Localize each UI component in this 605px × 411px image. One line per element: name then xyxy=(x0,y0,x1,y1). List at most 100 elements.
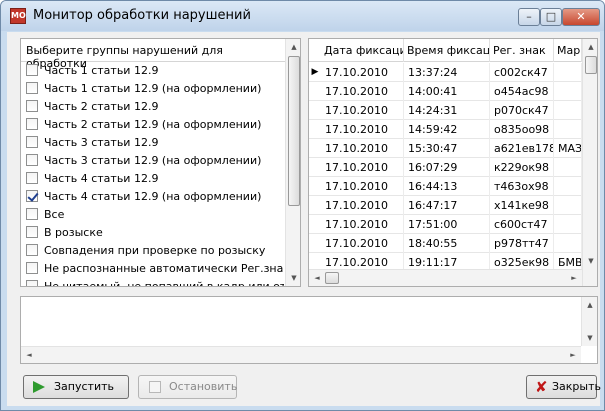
row-selector[interactable] xyxy=(309,120,321,139)
table-cell[interactable]: 17.10.2010 xyxy=(321,196,404,215)
minimize-button[interactable]: – xyxy=(518,8,540,26)
table-cell[interactable] xyxy=(554,177,582,196)
row-selector[interactable] xyxy=(309,82,321,101)
table-cell[interactable] xyxy=(554,196,582,215)
checklist-item[interactable]: Часть 2 статьи 12.9 (на оформлении) xyxy=(26,118,284,136)
table-cell[interactable]: с002ск47 xyxy=(490,63,554,82)
checkbox[interactable] xyxy=(26,136,38,148)
table-cell[interactable]: х141ке98 xyxy=(490,196,554,215)
table-cell[interactable] xyxy=(554,63,582,82)
table-cell[interactable]: 17:51:00 xyxy=(404,215,490,234)
table-cell[interactable]: а621ев178 xyxy=(490,139,554,158)
stop-button[interactable]: Остановить xyxy=(138,375,237,399)
table-row[interactable]: 17.10.2010 17:51:00 с600ст47 xyxy=(309,215,582,234)
scroll-right-arrow-icon[interactable]: ► xyxy=(566,270,582,286)
checkbox[interactable] xyxy=(26,190,38,202)
checklist-item[interactable]: Часть 1 статьи 12.9 xyxy=(26,64,284,82)
scroll-up-arrow-icon[interactable]: ▲ xyxy=(286,39,300,55)
table-cell[interactable]: 17.10.2010 xyxy=(321,177,404,196)
checklist-item[interactable]: Часть 3 статьи 12.9 xyxy=(26,136,284,154)
table-cell[interactable] xyxy=(554,215,582,234)
row-selector[interactable] xyxy=(309,215,321,234)
table-cell[interactable]: 14:00:41 xyxy=(404,82,490,101)
scroll-down-arrow-icon[interactable]: ▼ xyxy=(583,253,597,269)
checklist-item[interactable]: Все xyxy=(26,208,284,226)
table-cell[interactable]: 17.10.2010 xyxy=(321,234,404,253)
scroll-right-arrow-icon[interactable]: ► xyxy=(565,347,581,363)
column-header-plate[interactable]: Рег. знак xyxy=(490,39,554,62)
table-cell[interactable]: 16:07:29 xyxy=(404,158,490,177)
table-cell[interactable]: т463ох98 xyxy=(490,177,554,196)
table-cell[interactable]: 16:44:13 xyxy=(404,177,490,196)
checklist-item[interactable]: Часть 4 статьи 12.9 xyxy=(26,172,284,190)
scroll-up-arrow-icon[interactable]: ▲ xyxy=(582,297,598,313)
row-selector[interactable] xyxy=(309,139,321,158)
log-output-area[interactable]: ▲ ▼ ◄ ► xyxy=(20,296,598,364)
scroll-up-arrow-icon[interactable]: ▲ xyxy=(583,39,597,55)
table-row[interactable]: 17.10.2010 14:00:41 о454ас98 xyxy=(309,82,582,101)
table-cell[interactable]: 17.10.2010 xyxy=(321,158,404,177)
scroll-left-arrow-icon[interactable]: ◄ xyxy=(21,347,37,363)
table-cell[interactable]: о835оо98 xyxy=(490,120,554,139)
table-cell[interactable] xyxy=(554,82,582,101)
table-cell[interactable] xyxy=(554,120,582,139)
table-cell[interactable] xyxy=(554,234,582,253)
table-cell[interactable]: 17.10.2010 xyxy=(321,215,404,234)
table-cell[interactable] xyxy=(554,158,582,177)
row-selector[interactable] xyxy=(309,158,321,177)
table-cell[interactable]: 17.10.2010 xyxy=(321,82,404,101)
table-row[interactable]: ▶ 17.10.2010 13:37:24 с002ск47 xyxy=(309,63,582,82)
close-window-button[interactable]: ✕ xyxy=(562,8,600,26)
table-cell[interactable]: МАЗД xyxy=(554,139,582,158)
checklist-item[interactable]: Совпадения при проверке по розыску xyxy=(26,244,284,262)
grid-vertical-scrollbar[interactable]: ▲ ▼ xyxy=(582,39,597,286)
column-header-date[interactable]: Дата фиксации xyxy=(321,39,404,62)
checklist-item[interactable]: Часть 3 статьи 12.9 (на оформлении) xyxy=(26,154,284,172)
table-cell[interactable]: 14:24:31 xyxy=(404,101,490,120)
table-cell[interactable]: к229ок98 xyxy=(490,158,554,177)
grid-horizontal-scrollbar[interactable]: ◄ ► xyxy=(309,269,582,286)
title-bar[interactable]: MO Монитор обработки нарушений – □ ✕ xyxy=(1,1,604,31)
violations-grid[interactable]: Дата фиксации Время фиксации Рег. знак М… xyxy=(308,38,598,287)
scroll-down-arrow-icon[interactable]: ▼ xyxy=(286,270,300,286)
table-cell[interactable]: 18:40:55 xyxy=(404,234,490,253)
table-row[interactable]: 17.10.2010 16:47:17 х141ке98 xyxy=(309,196,582,215)
checkbox[interactable] xyxy=(26,226,38,238)
table-row[interactable]: 17.10.2010 16:07:29 к229ок98 xyxy=(309,158,582,177)
table-cell[interactable]: 17.10.2010 xyxy=(321,120,404,139)
table-cell[interactable]: 17.10.2010 xyxy=(321,139,404,158)
table-cell[interactable]: 17.10.2010 xyxy=(321,101,404,120)
checkbox[interactable] xyxy=(26,262,38,274)
checkbox[interactable] xyxy=(26,82,38,94)
table-cell[interactable]: 16:47:17 xyxy=(404,196,490,215)
checkbox[interactable] xyxy=(26,208,38,220)
checkbox[interactable] xyxy=(26,118,38,130)
row-selector[interactable] xyxy=(309,234,321,253)
checklist-item[interactable]: Часть 2 статьи 12.9 xyxy=(26,100,284,118)
scroll-down-arrow-icon[interactable]: ▼ xyxy=(582,330,598,346)
start-button[interactable]: Запустить xyxy=(23,375,129,399)
checkbox[interactable] xyxy=(26,154,38,166)
checkbox[interactable] xyxy=(26,172,38,184)
checkbox[interactable] xyxy=(26,280,38,286)
violation-groups-list[interactable]: Выберите группы нарушений для обработки … xyxy=(20,38,301,287)
table-row[interactable]: 17.10.2010 16:44:13 т463ох98 xyxy=(309,177,582,196)
scroll-thumb[interactable] xyxy=(585,56,597,74)
checklist-item[interactable]: Часть 4 статьи 12.9 (на оформлении) xyxy=(26,190,284,208)
checklist-item[interactable]: Не распознанные автоматически Рег.знаки xyxy=(26,262,284,280)
table-cell[interactable]: 17.10.2010 xyxy=(321,63,404,82)
column-header-time[interactable]: Время фиксации xyxy=(404,39,490,62)
table-cell[interactable]: р070ск47 xyxy=(490,101,554,120)
scroll-thumb[interactable] xyxy=(325,272,339,284)
close-button[interactable]: ✘ Закрыть xyxy=(526,375,601,399)
log-vertical-scrollbar[interactable]: ▲ ▼ xyxy=(581,297,597,346)
log-horizontal-scrollbar[interactable]: ◄ ► xyxy=(21,346,581,363)
column-header-make[interactable]: Марка xyxy=(554,39,582,62)
checkbox[interactable] xyxy=(26,64,38,76)
checklist-item[interactable]: В розыске xyxy=(26,226,284,244)
table-cell[interactable]: с600ст47 xyxy=(490,215,554,234)
table-cell[interactable]: 14:59:42 xyxy=(404,120,490,139)
table-cell[interactable]: 13:37:24 xyxy=(404,63,490,82)
row-selector[interactable] xyxy=(309,177,321,196)
scroll-left-arrow-icon[interactable]: ◄ xyxy=(309,270,325,286)
